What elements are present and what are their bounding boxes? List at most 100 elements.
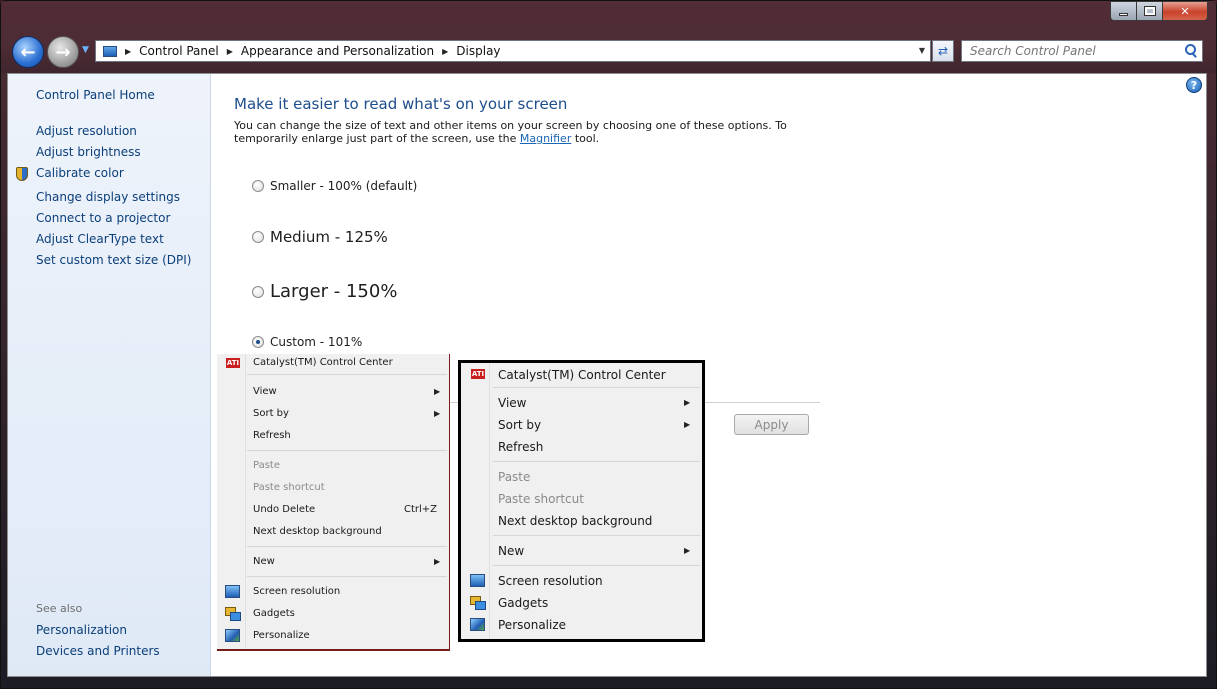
sidebar-item-cleartype[interactable]: Adjust ClearType text [36,232,164,246]
breadcrumb-display[interactable]: Display [456,44,500,58]
menu-item-catalyst[interactable]: Catalyst(TM) Control Center [253,357,393,368]
chevron-right-icon: ▶ [434,409,441,418]
recent-pages-dropdown[interactable]: ▼ [82,45,89,55]
gadgets-icon [470,596,486,610]
option-larger-label: Larger - 150% [270,281,398,302]
personalize-icon [470,618,485,631]
chevron-right-icon[interactable]: ▶ [227,47,233,56]
menu-item-paste[interactable]: Paste [253,460,280,471]
maximize-button[interactable] [1136,1,1162,21]
menu-item-screen-resolution[interactable]: Screen resolution [498,574,603,588]
menu-item-personalize[interactable]: Personalize [253,630,310,641]
menu-item-new[interactable]: New [498,544,524,558]
sidebar-item-change-display-settings[interactable]: Change display settings [36,190,180,204]
ati-icon: ATI [471,369,485,379]
back-button[interactable]: ← [12,36,44,68]
uac-shield-icon [16,167,28,181]
chevron-right-icon[interactable]: ▶ [125,47,131,56]
option-custom[interactable]: Custom - 101% [252,335,362,349]
gadgets-icon [225,607,241,621]
undo-shortcut-label: Ctrl+Z [404,504,438,515]
option-medium-label: Medium - 125% [270,228,388,246]
menu-separator [493,387,700,388]
close-button[interactable]: ✕ [1162,1,1208,21]
menu-item-new[interactable]: New [253,556,275,567]
menu-separator [493,461,700,462]
option-smaller[interactable]: Smaller - 100% (default) [252,179,417,193]
chevron-right-icon: ▶ [684,420,691,429]
menu-item-view[interactable]: View [253,386,277,397]
help-icon[interactable]: ? [1186,77,1202,93]
menu-item-sort-by[interactable]: Sort by [253,408,289,419]
menu-item-gadgets[interactable]: Gadgets [253,608,295,619]
menu-item-paste[interactable]: Paste [498,470,530,484]
refresh-button[interactable]: ⇄ [932,40,954,62]
menu-item-paste-shortcut[interactable]: Paste shortcut [498,492,584,506]
breadcrumb-appearance[interactable]: Appearance and Personalization [241,44,434,58]
menu-item-personalize[interactable]: Personalize [498,618,566,632]
option-larger[interactable]: Larger - 150% [252,281,397,302]
sidebar-item-calibrate-color[interactable]: Calibrate color [36,166,124,180]
page-description: You can change the size of text and othe… [234,119,834,145]
maximize-icon [1143,6,1156,16]
close-icon: ✕ [1180,4,1190,18]
sidebar-item-adjust-resolution[interactable]: Adjust resolution [36,124,137,138]
control-panel-window: ✕ ← → ▼ ▶ Control Panel ▶ Appearance and… [0,0,1217,689]
menu-gutter [489,363,490,639]
search-input[interactable] [970,44,1175,58]
option-medium[interactable]: Medium - 125% [252,228,388,246]
ati-icon: ATI [226,358,240,368]
sidebar-item-custom-dpi[interactable]: Set custom text size (DPI) [36,253,191,267]
context-menu-small: ATI Catalyst(TM) Control Center View ▶ S… [217,354,450,651]
screen-resolution-icon [470,574,485,587]
search-box[interactable] [961,40,1203,62]
chevron-right-icon: ▶ [684,398,691,407]
magnifier-link[interactable]: Magnifier [520,132,571,145]
chevron-down-icon[interactable]: ▼ [919,46,925,55]
menu-separator [247,374,447,375]
chevron-right-icon: ▶ [434,387,441,396]
screen-resolution-icon [225,585,240,598]
menu-item-next-background[interactable]: Next desktop background [253,526,382,537]
sidebar-item-personalization[interactable]: Personalization [36,623,127,637]
menu-item-screen-resolution[interactable]: Screen resolution [253,586,340,597]
sidebar-item-adjust-brightness[interactable]: Adjust brightness [36,145,141,159]
see-also-heading: See also [36,602,83,615]
breadcrumb-control-panel[interactable]: Control Panel [139,44,219,58]
control-panel-icon [103,45,117,57]
sidebar: Control Panel Home Adjust resolution Adj… [8,74,211,676]
menu-item-refresh[interactable]: Refresh [498,440,543,454]
menu-separator [493,565,700,566]
description-text-end: tool. [571,132,600,145]
apply-button[interactable]: Apply [734,414,809,435]
sidebar-item-devices-printers[interactable]: Devices and Printers [36,644,160,658]
option-smaller-label: Smaller - 100% (default) [270,179,418,193]
menu-item-next-background[interactable]: Next desktop background [498,514,652,528]
personalize-icon [225,629,240,642]
menu-item-view[interactable]: View [498,396,526,410]
search-icon[interactable] [1184,44,1197,57]
forward-arrow-icon: → [55,41,71,63]
menu-item-paste-shortcut[interactable]: Paste shortcut [253,482,325,493]
menu-item-sort-by[interactable]: Sort by [498,418,541,432]
title-bar [1,1,1216,73]
chevron-right-icon[interactable]: ▶ [442,47,448,56]
menu-gutter [245,354,246,649]
description-text: You can change the size of text and othe… [234,119,787,145]
radio-smaller[interactable] [252,180,264,192]
menu-item-gadgets[interactable]: Gadgets [498,596,548,610]
chevron-right-icon: ▶ [434,557,441,566]
address-bar[interactable]: ▶ Control Panel ▶ Appearance and Persona… [95,40,931,62]
menu-item-refresh[interactable]: Refresh [253,430,291,441]
forward-button[interactable]: → [47,36,79,68]
minimize-button[interactable] [1110,1,1136,21]
radio-custom[interactable] [252,336,264,348]
radio-larger[interactable] [252,285,264,298]
sidebar-item-home[interactable]: Control Panel Home [36,88,155,102]
option-custom-label: Custom - 101% [270,335,363,349]
menu-item-undo-delete[interactable]: Undo Delete [253,504,315,515]
menu-item-catalyst[interactable]: Catalyst(TM) Control Center [498,368,666,382]
sidebar-item-connect-projector[interactable]: Connect to a projector [36,211,170,225]
page-title: Make it easier to read what's on your sc… [234,95,568,113]
radio-medium[interactable] [252,231,264,243]
